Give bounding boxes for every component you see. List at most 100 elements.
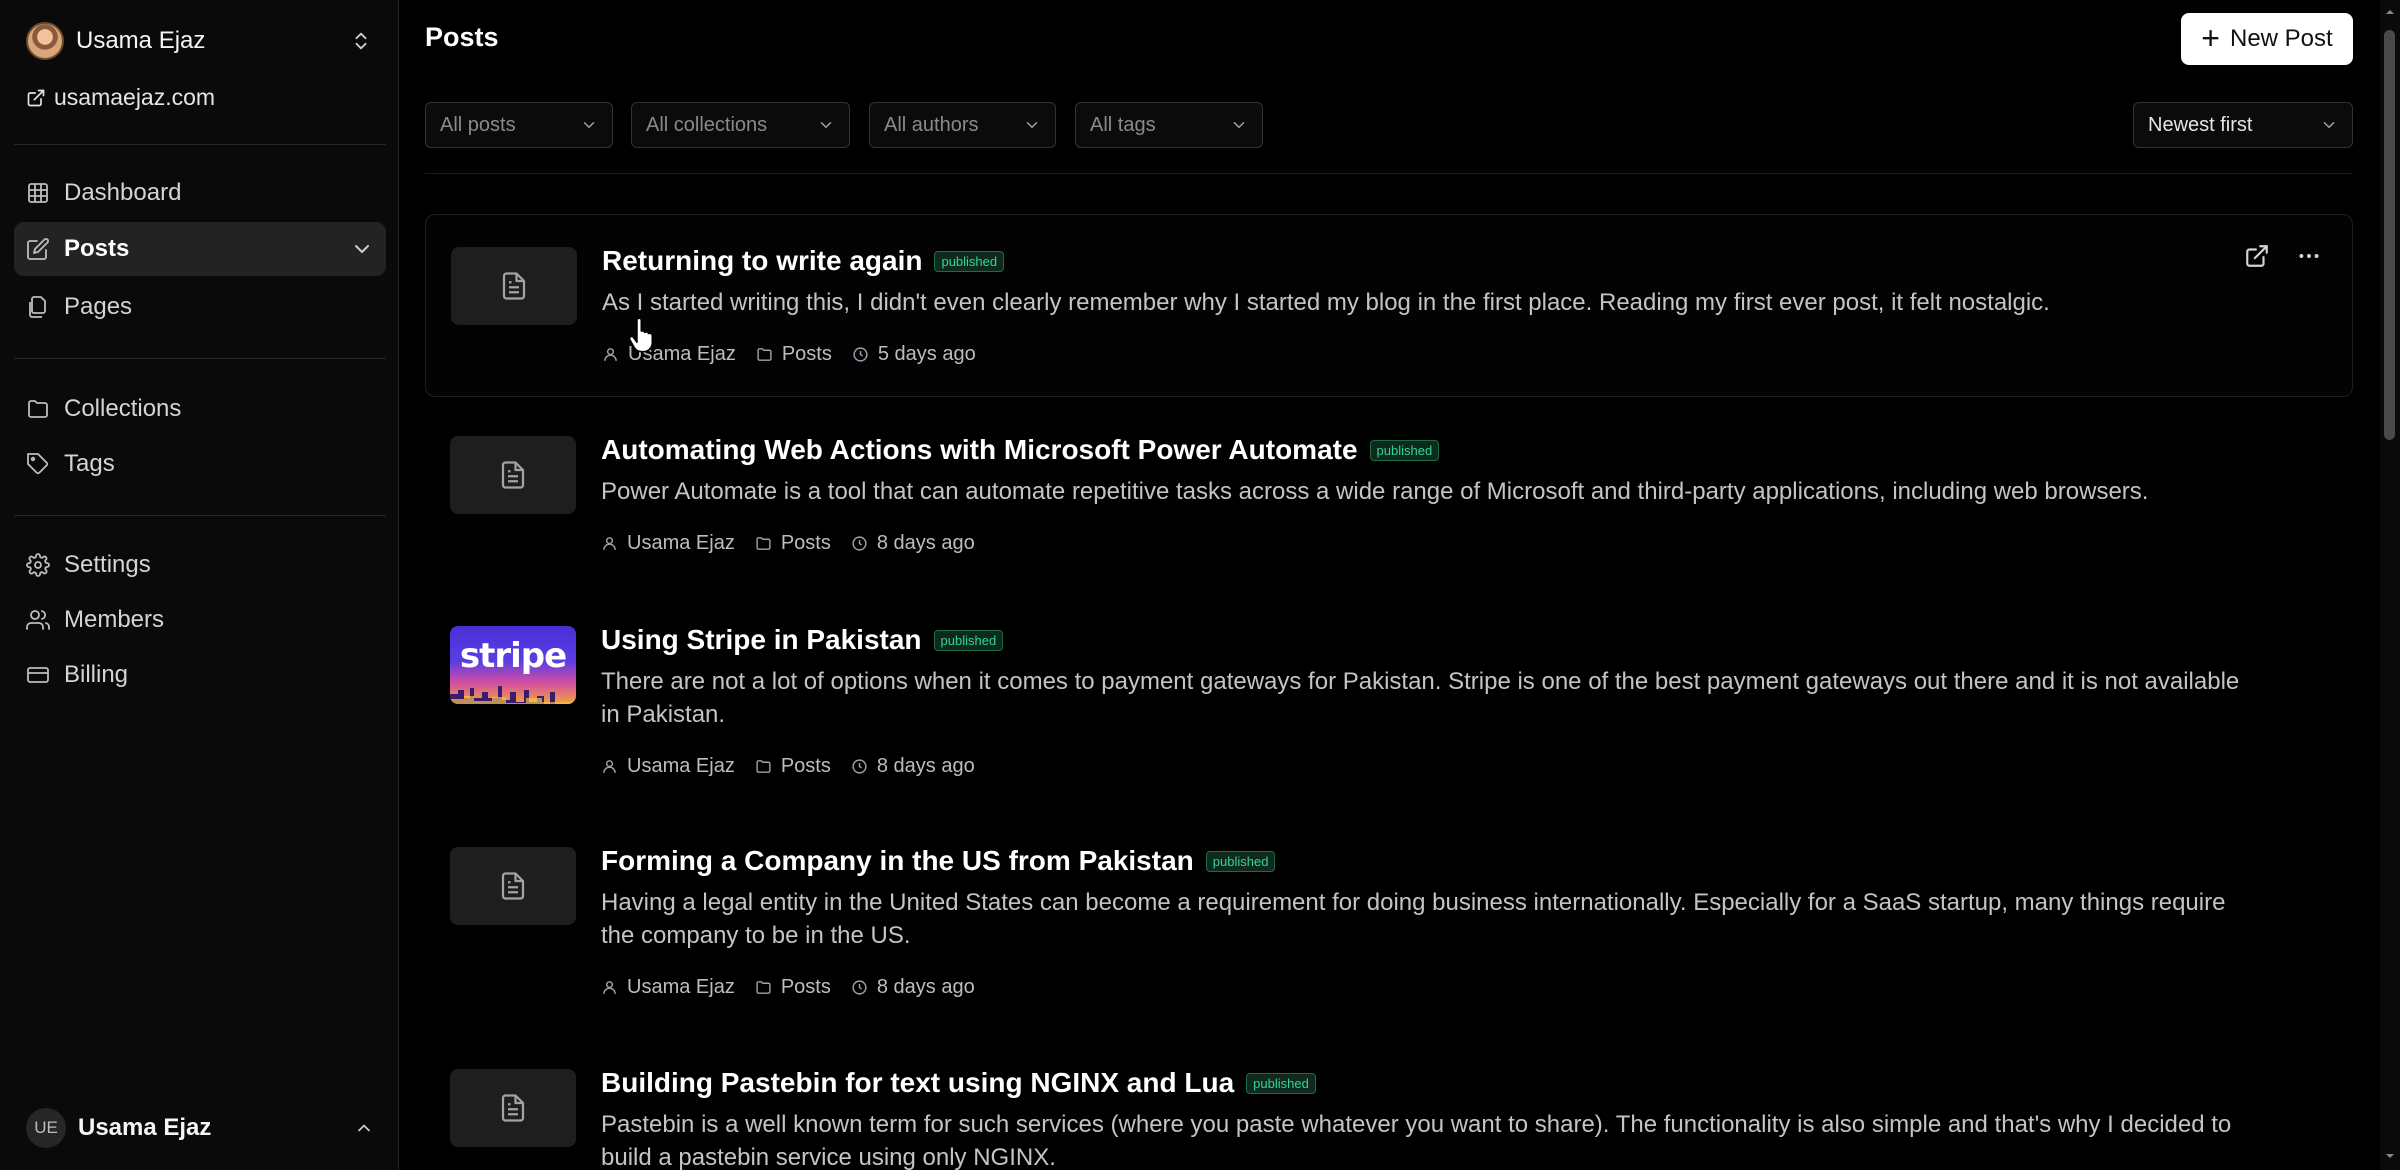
user-icon — [603, 537, 616, 550]
sidebar-item-tags[interactable]: Tags — [14, 437, 386, 491]
post-meta: Usama Ejaz Posts 8 days ago — [601, 755, 975, 778]
sidebar-item-pages[interactable]: Pages — [14, 280, 386, 334]
profile-switcher[interactable]: Usama Ejaz — [14, 18, 384, 64]
post-row[interactable]: stripe Using Stripe in Pakistan publishe… — [425, 594, 2353, 804]
post-title[interactable]: Building Pastebin for text using NGINX a… — [601, 1067, 1234, 1099]
clock-icon — [852, 536, 867, 551]
post-collection-name: Posts — [780, 976, 831, 998]
chevron-down-icon — [2323, 122, 2335, 129]
sidebar-item-settings[interactable]: Settings — [14, 538, 386, 592]
sidebar-item-collections[interactable]: Collections — [14, 382, 386, 436]
authors-filter[interactable]: All authors — [869, 102, 1056, 148]
post-time: 8 days ago — [851, 976, 975, 999]
chevron-up-icon — [358, 1124, 370, 1132]
external-link-icon[interactable] — [2244, 243, 2270, 269]
post-time-value: 8 days ago — [876, 755, 975, 777]
site-link[interactable]: usamaejaz.com — [26, 84, 215, 111]
sidebar-item-posts[interactable]: Posts — [14, 222, 386, 276]
scroll-down-arrow-icon[interactable] — [2384, 1150, 2396, 1162]
sort-select[interactable]: Newest first — [2133, 102, 2353, 148]
chevron-down-icon — [820, 122, 832, 129]
user-name: Usama Ejaz — [78, 1114, 212, 1141]
document-icon — [501, 1094, 525, 1122]
post-thumbnail: stripe — [450, 626, 576, 704]
post-meta: Usama Ejaz Posts 8 days ago — [601, 976, 975, 999]
user-menu[interactable]: UE Usama Ejaz — [14, 1100, 386, 1156]
post-thumbnail — [451, 247, 577, 325]
post-collection: Posts — [755, 532, 831, 555]
authors-filter-value: All authors — [884, 113, 979, 136]
sidebar-item-members[interactable]: Members — [14, 593, 386, 647]
post-title[interactable]: Automating Web Actions with Microsoft Po… — [601, 434, 1358, 466]
new-post-button[interactable]: + New Post — [2181, 13, 2353, 65]
plus-icon: + — [2201, 19, 2220, 56]
post-meta: Usama Ejaz Posts 5 days ago — [602, 343, 976, 366]
post-author: Usama Ejaz — [601, 976, 735, 999]
post-time: 8 days ago — [851, 755, 975, 778]
chevron-down-icon — [355, 245, 369, 254]
post-row[interactable]: Building Pastebin for text using NGINX a… — [425, 1037, 2353, 1170]
user-icon — [603, 760, 616, 773]
card-icon — [27, 667, 49, 683]
new-post-label: New Post — [2229, 25, 2333, 52]
post-collection: Posts — [755, 976, 831, 999]
tag-icon — [27, 453, 49, 475]
collections-filter-value: All collections — [646, 113, 768, 136]
sort-select-value: Newest first — [2148, 113, 2253, 136]
post-title[interactable]: Returning to write again — [602, 245, 922, 277]
files-icon — [29, 296, 46, 318]
post-row[interactable]: Returning to write again published As I … — [425, 214, 2353, 397]
more-horizontal-icon[interactable] — [2296, 243, 2322, 269]
user-icon — [603, 981, 616, 994]
stripe-logo-text: stripe — [459, 636, 567, 676]
document-icon — [501, 872, 525, 900]
post-title[interactable]: Forming a Company in the US from Pakista… — [601, 845, 1194, 877]
sidebar-item-label: Collections — [64, 395, 182, 422]
post-author: Usama Ejaz — [601, 755, 735, 778]
sidebar-item-label: Tags — [64, 450, 115, 477]
sidebar-divider — [14, 144, 386, 145]
chevron-up-down-icon — [355, 32, 367, 50]
tags-filter[interactable]: All tags — [1075, 102, 1263, 148]
scroll-up-arrow-icon[interactable] — [2384, 6, 2396, 18]
post-collection-name: Posts — [780, 755, 831, 777]
sidebar-divider — [14, 358, 386, 359]
post-collection: Posts — [756, 343, 832, 366]
chevron-down-icon — [1026, 122, 1038, 129]
sidebar-item-dashboard[interactable]: Dashboard — [14, 166, 386, 220]
sidebar-item-label: Billing — [64, 661, 129, 688]
post-time-value: 5 days ago — [877, 343, 976, 365]
profile-name: Usama Ejaz — [76, 27, 206, 54]
collections-filter[interactable]: All collections — [631, 102, 850, 148]
status-filter-value: All posts — [440, 113, 516, 136]
post-row[interactable]: Automating Web Actions with Microsoft Po… — [425, 404, 2353, 584]
post-excerpt: Pastebin is a well known term for such s… — [601, 1111, 2232, 1170]
post-title[interactable]: Using Stripe in Pakistan — [601, 624, 922, 656]
post-author: Usama Ejaz — [601, 532, 735, 555]
status-filter[interactable]: All posts — [425, 102, 613, 148]
sidebar-item-label: Settings — [64, 551, 151, 578]
page-title: Posts — [425, 22, 499, 52]
edit-icon — [27, 238, 49, 260]
status-badge: published — [1205, 850, 1276, 872]
main-content: Posts + New Post All posts All collectio… — [400, 0, 2380, 1170]
post-excerpt: As I started writing this, I didn't even… — [602, 289, 2050, 316]
document-icon — [501, 461, 525, 489]
post-time-value: 8 days ago — [876, 532, 975, 554]
scrollbar-thumb[interactable] — [2384, 30, 2395, 440]
external-link-icon — [27, 89, 45, 106]
folder-icon — [756, 537, 771, 550]
post-author-name: Usama Ejaz — [627, 755, 735, 777]
grid-icon — [28, 183, 48, 203]
post-author-name: Usama Ejaz — [627, 976, 735, 998]
post-row[interactable]: Forming a Company in the US from Pakista… — [425, 815, 2353, 1025]
sidebar-item-label: Pages — [64, 293, 133, 320]
folder-icon — [28, 400, 48, 418]
divider — [425, 173, 2353, 174]
post-author: Usama Ejaz — [602, 343, 736, 366]
post-thumbnail — [450, 436, 576, 514]
sidebar-item-billing[interactable]: Billing — [14, 648, 386, 702]
user-icon — [604, 348, 617, 361]
document-icon — [502, 272, 526, 300]
skyline-image — [450, 686, 576, 704]
